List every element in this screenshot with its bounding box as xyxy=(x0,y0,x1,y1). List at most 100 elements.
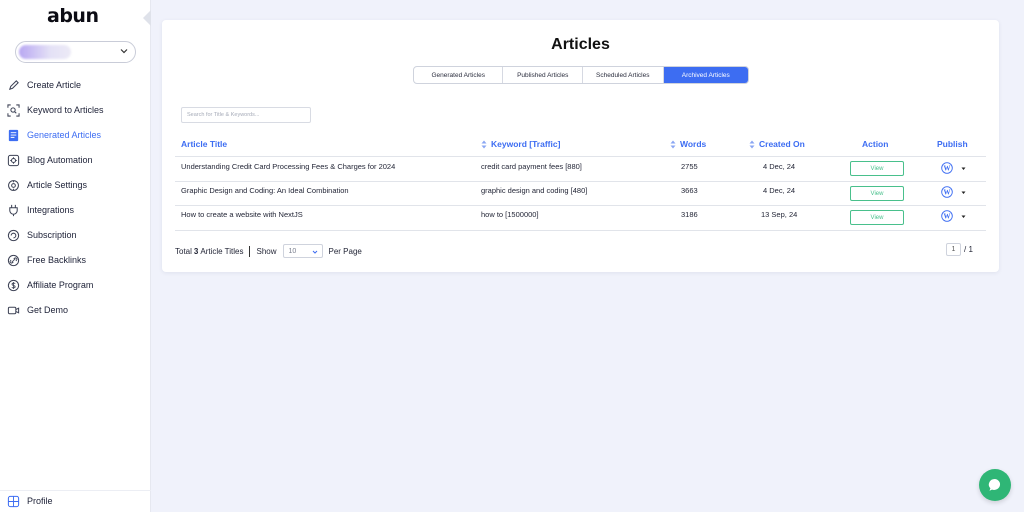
divider xyxy=(175,181,986,182)
cell-keyword: credit card payment fees [880] xyxy=(481,162,582,171)
column-header-created[interactable]: Created On xyxy=(749,139,805,149)
cell-created: 4 Dec, 24 xyxy=(763,162,796,171)
subscription-icon xyxy=(7,229,20,241)
chevron-down-icon xyxy=(120,49,128,54)
sidebar-item-label: Free Backlinks xyxy=(27,255,87,265)
sidebar-item-generated-articles[interactable]: Generated Articles xyxy=(7,126,147,144)
total-suffix: Article Titles xyxy=(200,246,244,256)
sort-icon xyxy=(749,140,755,148)
table-footer: Total 3 Article Titles Show 10 Per Page xyxy=(175,244,362,258)
app-logo[interactable]: abun xyxy=(47,5,99,27)
sidebar-item-label: Integrations xyxy=(27,205,75,215)
per-page-label: Per Page xyxy=(328,246,362,256)
sidebar-item-profile[interactable]: Profile xyxy=(7,492,147,510)
column-header-title[interactable]: Article Title xyxy=(181,139,227,149)
sidebar-item-affiliate-program[interactable]: Affiliate Program xyxy=(7,276,147,294)
page-size-value: 10 xyxy=(288,247,297,255)
sidebar-item-blog-automation[interactable]: Blog Automation xyxy=(7,151,147,169)
wordpress-icon[interactable]: W xyxy=(941,162,953,174)
chat-support-button[interactable] xyxy=(979,469,1011,501)
cell-keyword: how to [1500000] xyxy=(481,210,539,219)
project-avatar-blurred xyxy=(19,45,71,59)
search-input[interactable] xyxy=(181,107,311,123)
sidebar-item-subscription[interactable]: Subscription xyxy=(7,226,147,244)
column-header-label: Words xyxy=(680,139,707,149)
pen-icon xyxy=(8,79,19,90)
tab-generated-articles[interactable]: Generated Articles xyxy=(414,67,504,83)
column-header-label: Publish xyxy=(937,139,968,149)
sidebar-item-article-settings[interactable]: Article Settings xyxy=(7,176,147,194)
dollar-icon xyxy=(7,279,20,291)
articles-card: Articles Generated Articles Published Ar… xyxy=(162,20,999,272)
column-header-label: Action xyxy=(862,139,889,149)
plug-icon xyxy=(9,204,18,216)
cell-title[interactable]: Understanding Credit Card Processing Fee… xyxy=(181,162,395,171)
cell-words: 3663 xyxy=(681,186,698,195)
page-title: Articles xyxy=(551,36,610,53)
divider xyxy=(175,230,986,231)
keyword-scan-icon xyxy=(7,103,20,117)
video-icon xyxy=(7,306,20,314)
cell-words: 3186 xyxy=(681,210,698,219)
current-page-input[interactable]: 1 xyxy=(946,243,961,256)
svg-text:W: W xyxy=(944,165,951,173)
profile-grid-icon xyxy=(7,495,20,507)
pagination: 1 / 1 xyxy=(946,243,973,256)
sidebar-item-get-demo[interactable]: Get Demo xyxy=(7,301,147,319)
sidebar-item-label: Subscription xyxy=(27,230,77,240)
sort-icon xyxy=(481,140,487,148)
cell-words: 2755 xyxy=(681,162,698,171)
column-header-label: Keyword [Traffic] xyxy=(491,139,561,149)
caret-down-icon[interactable] xyxy=(961,214,966,219)
sidebar-collapse-handle[interactable] xyxy=(143,10,151,26)
project-select[interactable] xyxy=(15,41,136,63)
sidebar-item-free-backlinks[interactable]: Free Backlinks xyxy=(7,251,147,269)
divider xyxy=(249,245,251,257)
view-button[interactable]: View xyxy=(850,210,904,225)
view-button[interactable]: View xyxy=(850,161,904,176)
document-icon xyxy=(8,129,19,141)
tab-published-articles[interactable]: Published Articles xyxy=(503,67,583,83)
column-header-words[interactable]: Words xyxy=(670,139,706,149)
sidebar-item-create-article[interactable]: Create Article xyxy=(7,76,147,94)
total-prefix: Total xyxy=(175,246,192,256)
sidebar-item-label: Affiliate Program xyxy=(27,280,94,290)
cell-title[interactable]: Graphic Design and Coding: An Ideal Comb… xyxy=(181,186,349,195)
wordpress-icon[interactable]: W xyxy=(941,210,953,222)
column-header-action: Action xyxy=(862,139,888,149)
svg-text:W: W xyxy=(944,189,951,197)
total-count: 3 xyxy=(193,246,199,256)
caret-down-icon[interactable] xyxy=(961,190,966,195)
tab-scheduled-articles[interactable]: Scheduled Articles xyxy=(583,67,664,83)
column-header-label: Article Title xyxy=(181,139,228,149)
automation-icon xyxy=(7,154,20,166)
link-icon xyxy=(7,254,20,266)
cell-created: 4 Dec, 24 xyxy=(763,186,796,195)
sidebar-item-integrations[interactable]: Integrations xyxy=(7,201,147,219)
column-header-label: Created On xyxy=(759,139,805,149)
sort-icon xyxy=(670,140,676,148)
chat-bubble-icon xyxy=(988,478,1001,491)
sidebar-item-label: Profile xyxy=(27,496,53,506)
settings-icon xyxy=(8,179,19,191)
sidebar-item-label: Get Demo xyxy=(27,305,69,315)
sidebar-item-label: Blog Automation xyxy=(27,155,93,165)
total-pages: / 1 xyxy=(964,245,973,254)
page-size-select[interactable]: 10 xyxy=(282,244,323,258)
cell-created: 13 Sep, 24 xyxy=(761,210,798,219)
sidebar-item-label: Create Article xyxy=(27,80,82,90)
column-header-publish: Publish xyxy=(937,139,968,149)
wordpress-icon[interactable]: W xyxy=(941,186,953,198)
column-header-keyword[interactable]: Keyword [Traffic] xyxy=(481,139,560,149)
tab-archived-articles[interactable]: Archived Articles xyxy=(663,67,748,83)
cell-keyword: graphic design and coding [480] xyxy=(481,186,588,195)
view-button[interactable]: View xyxy=(850,186,904,201)
chevron-down-icon xyxy=(312,250,317,254)
sidebar-item-label: Article Settings xyxy=(27,180,88,190)
sidebar-item-keyword-to-articles[interactable]: Keyword to Articles xyxy=(7,101,147,119)
divider xyxy=(175,156,986,157)
cell-title[interactable]: How to create a website with NextJS xyxy=(181,210,303,219)
svg-text:W: W xyxy=(944,213,951,221)
sidebar: abun Create Article Keyword to Articles … xyxy=(0,0,151,512)
caret-down-icon[interactable] xyxy=(961,166,966,171)
